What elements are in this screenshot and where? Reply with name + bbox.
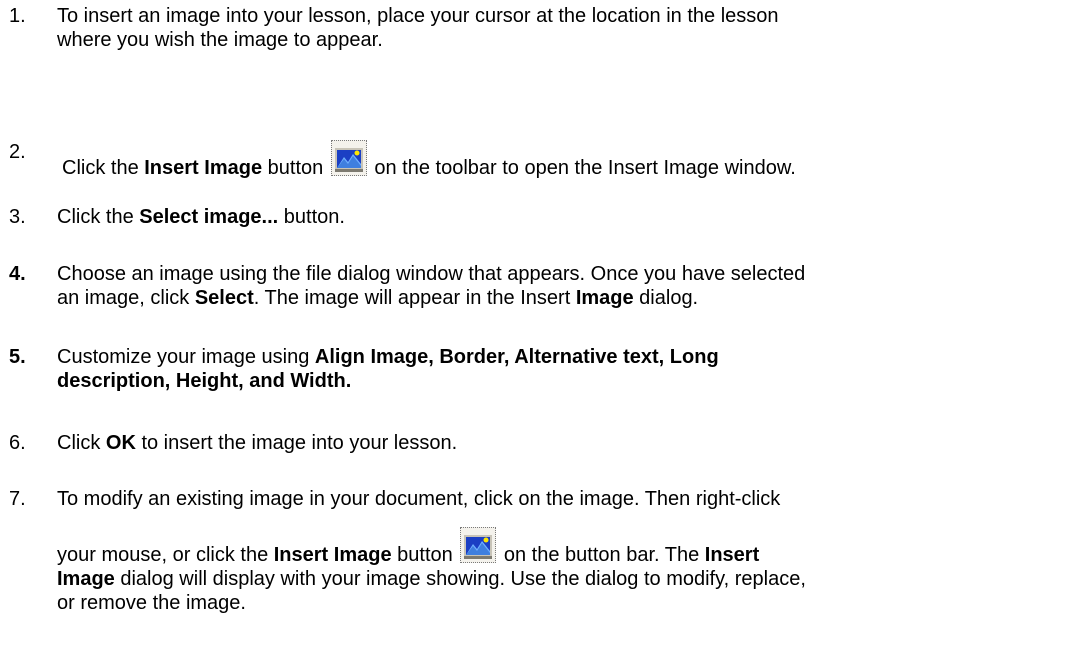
step-line: To modify an existing image in your docu…: [57, 488, 781, 510]
select-label: Select: [194, 287, 254, 309]
image-label: Image: [575, 287, 634, 309]
step-text-part: dialog will display with your image show…: [114, 568, 806, 590]
image-label: Image: [57, 568, 115, 590]
insert-image-label: Insert Image: [273, 544, 392, 566]
step-text-part: to insert the image into your lesson.: [135, 432, 458, 454]
step-text-part: on the toolbar to open the Insert Image …: [368, 157, 796, 179]
step-text-part: an image, click: [57, 287, 195, 309]
step-text: Click the Select image... button.: [57, 205, 1057, 229]
insert-label: Insert: [704, 544, 760, 566]
step-line: Choose an image using the file dialog wi…: [57, 263, 806, 285]
step-text: To insert an image into your lesson, pla…: [57, 4, 1057, 52]
step-line: or remove the image.: [57, 592, 246, 614]
step-line: where you wish the image to appear.: [57, 29, 383, 51]
insert-image-icon: [330, 140, 367, 176]
step-text-part: button.: [278, 206, 345, 228]
step-number: 6.: [9, 432, 26, 454]
step-number: 5.: [9, 346, 26, 368]
customize-options: description, Height, and Width.: [57, 370, 352, 392]
step-number: 2.: [9, 141, 26, 163]
step-number: 3.: [9, 206, 26, 228]
step-text-part: your mouse, or click the: [57, 544, 274, 566]
step-text-part: Click the: [57, 206, 140, 228]
step-text-part: dialog.: [633, 287, 699, 309]
step-text: Click OK to insert the image into your l…: [57, 431, 1057, 455]
step-text: Customize your image using Align Image, …: [57, 345, 1057, 393]
step-text-part: on the button bar. The: [498, 544, 705, 566]
ok-label: OK: [105, 432, 136, 454]
step-number: 7.: [9, 488, 26, 510]
step-text-part: . The image will appear in the Insert: [253, 287, 576, 309]
step-text-part: Click: [57, 432, 106, 454]
step-number: 4.: [9, 263, 26, 285]
step-text-part: button: [262, 157, 324, 179]
insert-image-icon: [460, 527, 497, 563]
step-text-part: Click the: [62, 157, 145, 179]
step-text: Click the Insert Image button on the too…: [62, 140, 1062, 180]
step-line: To insert an image into your lesson, pla…: [57, 5, 779, 27]
insert-image-label: Insert Image: [144, 157, 263, 179]
step-text-part: Customize your image using: [57, 346, 315, 368]
step-number: 1.: [9, 5, 26, 27]
step-text: To modify an existing image in your docu…: [57, 487, 1057, 615]
step-text: Choose an image using the file dialog wi…: [57, 262, 1057, 310]
customize-options: Align Image, Border, Alternative text, L…: [314, 346, 719, 368]
select-image-label: Select image...: [139, 206, 279, 228]
step-text-part: button: [391, 544, 453, 566]
